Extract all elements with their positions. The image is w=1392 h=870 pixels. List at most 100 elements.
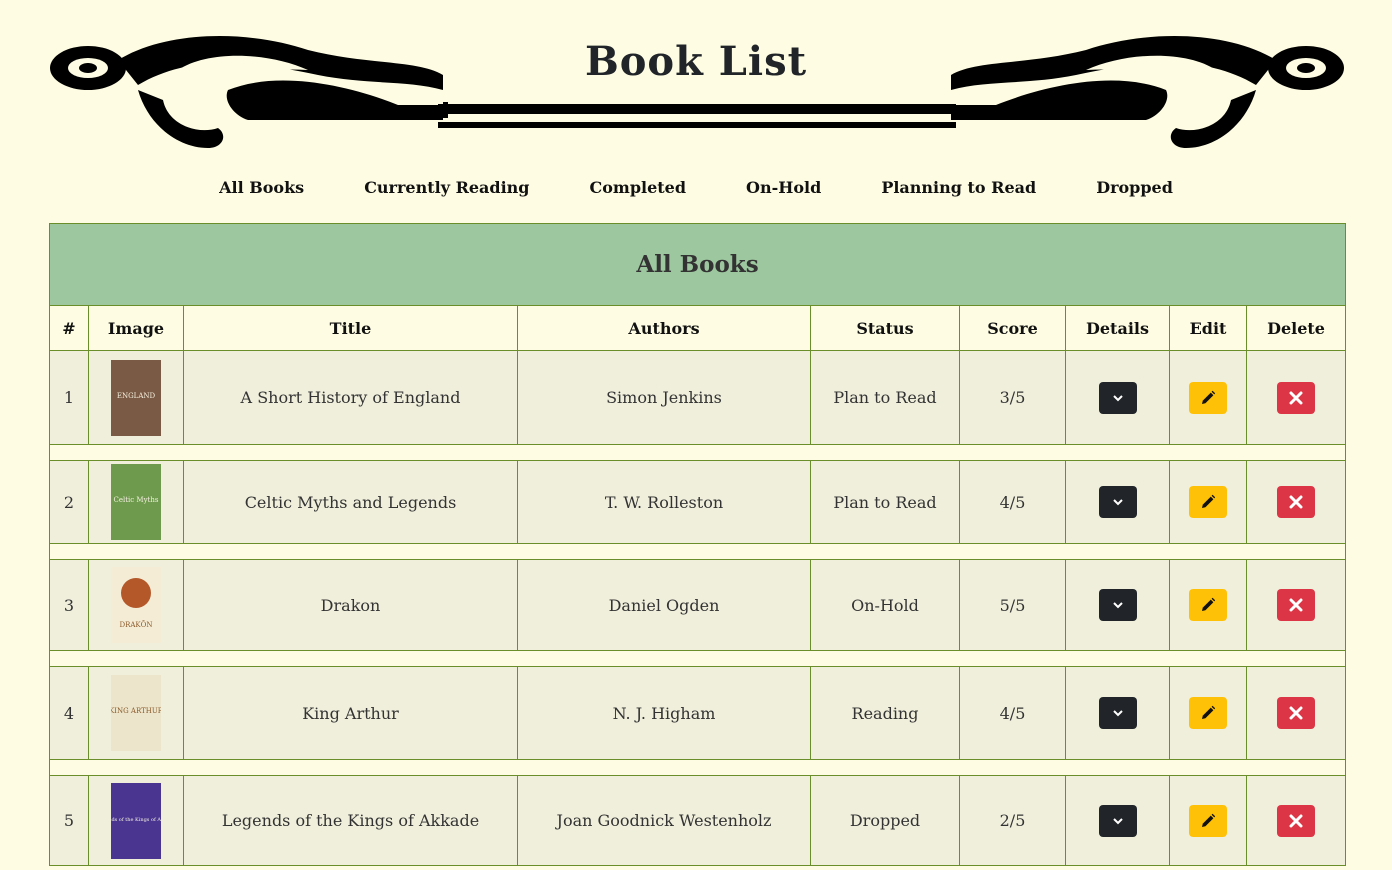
header-delete: Delete: [1245, 305, 1347, 351]
header-status: Status: [810, 305, 960, 351]
delete-cell: [1245, 559, 1347, 651]
book-score: 3/5: [959, 350, 1066, 445]
details-button[interactable]: [1098, 804, 1137, 837]
edit-cell: [1169, 775, 1247, 866]
cover-art: DRAKŌN: [119, 578, 153, 629]
cover-title-text: DRAKŌN: [119, 620, 152, 629]
header-score: Score: [959, 305, 1066, 351]
cover-art: KING ARTHUR: [109, 707, 164, 715]
book-title: King Arthur: [183, 666, 518, 760]
book-title: Legends of the Kings of Akkade: [183, 775, 518, 866]
details-cell: [1065, 775, 1170, 866]
book-status: Plan to Read: [810, 350, 960, 445]
cover-title-text: Celtic Myths: [114, 496, 159, 504]
book-status: Plan to Read: [810, 460, 960, 544]
book-authors: Daniel Ogden: [517, 559, 811, 651]
pencil-icon: [1202, 813, 1216, 827]
close-icon: [1289, 706, 1303, 720]
row-spacer: [48, 650, 1347, 667]
cover-cell: ENGLAND: [88, 350, 184, 445]
row-number: 4: [49, 666, 89, 760]
book-status: Reading: [810, 666, 960, 760]
table-row: 1 ENGLAND A Short History of England Simon …: [49, 350, 1347, 445]
header-authors: Authors: [517, 305, 811, 351]
delete-cell: [1245, 460, 1347, 544]
delete-button[interactable]: [1277, 589, 1316, 621]
row-spacer: [48, 444, 1347, 461]
book-score: 2/5: [959, 775, 1066, 866]
table-row: 5 Legends of the Kings of Akkade Legends o…: [49, 775, 1347, 866]
cover-cell: Legends of the Kings of Akkade: [88, 775, 184, 866]
book-cover-image[interactable]: ENGLAND: [111, 359, 161, 436]
row-spacer: [48, 759, 1347, 776]
row-spacer: [48, 543, 1347, 560]
close-icon: [1289, 391, 1303, 404]
details-button[interactable]: [1098, 589, 1137, 621]
delete-button[interactable]: [1277, 486, 1316, 518]
book-title: Drakon: [183, 559, 518, 651]
table-caption: All Books: [48, 223, 1347, 306]
edit-button[interactable]: [1189, 697, 1227, 729]
book-title: Celtic Myths and Legends: [183, 460, 518, 544]
nav-dropped[interactable]: Dropped: [1066, 176, 1203, 202]
nav-on-hold[interactable]: On-Hold: [716, 176, 851, 202]
header-details: Details: [1065, 305, 1170, 351]
status-nav: All Books Currently Reading Completed On-Ho…: [0, 176, 1392, 202]
delete-button[interactable]: [1277, 804, 1316, 837]
close-icon: [1289, 814, 1303, 827]
cover-art: Legends of the Kings of Akkade: [96, 817, 176, 823]
nav-currently-reading[interactable]: Currently Reading: [334, 176, 559, 202]
edit-button[interactable]: [1189, 381, 1227, 414]
delete-cell: [1245, 350, 1347, 445]
details-button[interactable]: [1098, 381, 1137, 414]
book-authors: Joan Goodnick Westenholz: [517, 775, 811, 866]
pencil-icon: [1202, 390, 1216, 404]
close-icon: [1289, 598, 1303, 612]
header-num: #: [49, 305, 89, 351]
delete-cell: [1245, 775, 1347, 866]
pencil-icon: [1202, 494, 1216, 508]
header-edit: Edit: [1169, 305, 1247, 351]
book-cover-image[interactable]: DRAKŌN: [111, 567, 161, 643]
book-authors: N. J. Higham: [517, 666, 811, 760]
nav-completed[interactable]: Completed: [560, 176, 717, 202]
details-cell: [1065, 460, 1170, 544]
row-number: 1: [49, 350, 89, 445]
chevron-down-icon: [1112, 817, 1123, 824]
book-score: 4/5: [959, 666, 1066, 760]
table-row: 3 DRAKŌN Drakon Daniel Ogden On-Hold 5/5: [49, 559, 1347, 651]
edit-cell: [1169, 559, 1247, 651]
book-cover-image[interactable]: Legends of the Kings of Akkade: [96, 782, 176, 859]
row-number: 2: [49, 460, 89, 544]
book-authors: Simon Jenkins: [517, 350, 811, 445]
edit-cell: [1169, 666, 1247, 760]
header-title: Title: [183, 305, 518, 351]
cover-title-text: KING ARTHUR: [111, 707, 161, 715]
book-score: 5/5: [959, 559, 1066, 651]
cover-title-text: Legends of the Kings of Akkade: [111, 817, 161, 823]
edit-button[interactable]: [1189, 486, 1227, 518]
edit-button[interactable]: [1189, 589, 1227, 621]
chevron-down-icon: [1112, 710, 1123, 717]
chevron-down-icon: [1112, 499, 1123, 506]
delete-button[interactable]: [1277, 697, 1316, 729]
book-status: Dropped: [810, 775, 960, 866]
details-button[interactable]: [1098, 697, 1137, 729]
cover-art: Celtic Myths: [114, 496, 159, 504]
edit-cell: [1169, 350, 1247, 445]
close-icon: [1289, 495, 1303, 509]
chevron-down-icon: [1112, 602, 1123, 609]
book-cover-image[interactable]: Celtic Myths: [111, 464, 161, 540]
book-score: 4/5: [959, 460, 1066, 544]
book-authors: T. W. Rolleston: [517, 460, 811, 544]
details-button[interactable]: [1098, 486, 1137, 518]
nav-planning-to-read[interactable]: Planning to Read: [851, 176, 1066, 202]
nav-all-books[interactable]: All Books: [189, 176, 334, 202]
delete-cell: [1245, 666, 1347, 760]
details-cell: [1065, 559, 1170, 651]
book-cover-image[interactable]: KING ARTHUR: [109, 675, 164, 751]
delete-button[interactable]: [1277, 381, 1316, 414]
edit-button[interactable]: [1189, 804, 1227, 837]
cover-cell: Celtic Myths: [88, 460, 184, 544]
row-number: 3: [49, 559, 89, 651]
